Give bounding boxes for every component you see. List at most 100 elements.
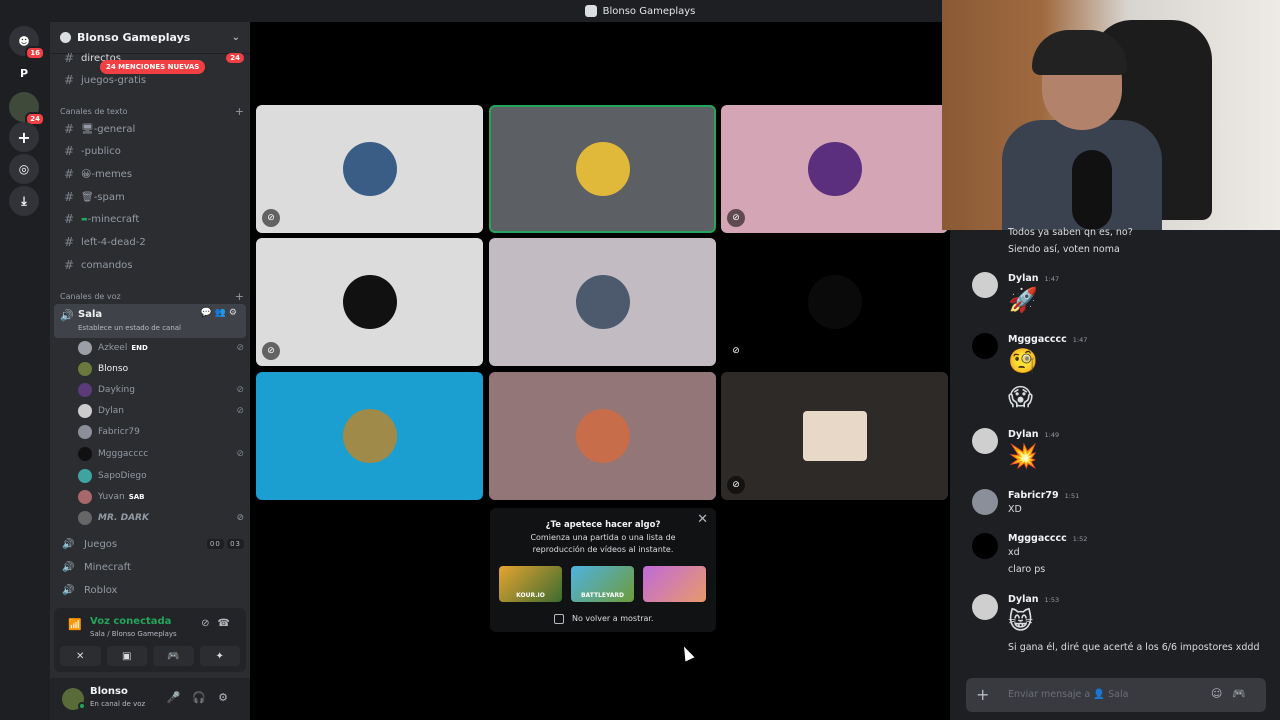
avatar xyxy=(342,409,397,463)
chevron-down-icon: ⌄ xyxy=(231,32,240,43)
channel-emoji: 😀 xyxy=(81,168,92,180)
channel-comandos[interactable]: # comandos xyxy=(58,255,244,275)
video-tile[interactable]: ⊘ xyxy=(256,105,483,233)
message-emoji: 💥 xyxy=(1008,442,1038,470)
message-placeholder: Enviar mensaje a 👤 Sala xyxy=(1008,689,1129,700)
voice-user-name: Dylan xyxy=(98,406,124,416)
message-time: 1:47 xyxy=(1072,336,1088,344)
voice-channel-actions[interactable]: 💬👥⚙ xyxy=(201,308,240,318)
game-label: BATTLEYARD xyxy=(580,592,624,599)
avatar[interactable] xyxy=(972,333,998,359)
channel-left-4-dead-2[interactable]: # left-4-dead-2 xyxy=(58,232,244,252)
video-tile[interactable]: ⊘ xyxy=(256,238,483,366)
message-emoji: 🧐 xyxy=(1008,347,1038,375)
game-third[interactable] xyxy=(643,566,706,602)
add-server-button[interactable]: + xyxy=(9,122,39,152)
category-label: Canales de voz xyxy=(60,292,121,301)
channel-juegos-gratis[interactable]: # juegos-gratis xyxy=(58,70,244,90)
channel-spam[interactable]: # 🗑 -spam xyxy=(58,187,244,207)
video-tile[interactable]: ⊘ xyxy=(721,105,948,233)
download-icon: ⤓ xyxy=(21,193,27,208)
channel-general[interactable]: # 🖥 -general xyxy=(58,119,244,139)
video-tile[interactable] xyxy=(256,372,483,500)
game-battleyard[interactable]: BATTLEYARD xyxy=(571,566,634,602)
message-author[interactable]: Dylan 1:53 xyxy=(1008,594,1059,605)
category-voice[interactable]: Canales de voz + xyxy=(60,290,244,303)
voice-channel-sala[interactable]: 🔊 Sala Establece un estado de canal 💬👥⚙ xyxy=(54,304,246,338)
message-author[interactable]: Dylan 1:49 xyxy=(1008,429,1059,440)
category-label: Canales de texto xyxy=(60,107,128,116)
voice-channel-status[interactable]: Establece un estado de canal xyxy=(78,324,181,332)
speaker-icon: 🔊 xyxy=(62,538,75,550)
screen-share-button[interactable]: ▣ xyxy=(106,646,147,666)
server-p-button[interactable]: P xyxy=(9,58,39,88)
video-tile-speaking[interactable] xyxy=(489,105,716,233)
download-button[interactable]: ⤓ xyxy=(9,186,39,216)
voice-channel-juegos[interactable]: 🔊 Juegos 00 03 xyxy=(58,534,244,554)
voice-user[interactable]: Blonso xyxy=(78,359,244,379)
video-tile[interactable]: ⊘ xyxy=(721,238,948,366)
avatar[interactable] xyxy=(972,594,998,620)
muted-mic-icon: ⊘ xyxy=(236,449,244,459)
avatar[interactable] xyxy=(972,489,998,515)
user-controls[interactable]: 🎤🎧⚙ xyxy=(167,691,240,704)
game-list: KOUR.IO BATTLEYARD xyxy=(499,566,706,602)
voice-user[interactable]: Mgggacccc ⊘ xyxy=(78,444,244,464)
voice-tools[interactable]: ⊘☎ xyxy=(201,618,238,629)
voice-user-name: Dayking xyxy=(98,385,135,395)
avatar[interactable] xyxy=(972,533,998,559)
channel-minecraft[interactable]: # ▬ -minecraft xyxy=(58,209,244,229)
chat-panel: Todos ya saben qn es, no? Siendo así, vo… xyxy=(950,227,1280,720)
channel-emoji: ▬ xyxy=(81,215,88,223)
voice-status[interactable]: Voz conectada xyxy=(90,616,171,627)
server-blonso-button[interactable]: 24 xyxy=(9,92,45,126)
mouse-cursor-icon xyxy=(679,644,695,662)
soundboard-button[interactable]: ✦ xyxy=(199,646,240,666)
channel-publico[interactable]: # -publico xyxy=(58,141,244,161)
message-time: 1:49 xyxy=(1044,431,1060,439)
message-author[interactable]: Dylan 1:47 xyxy=(1008,273,1059,284)
channel-label: -general xyxy=(93,123,136,135)
voice-user[interactable]: Azkeel END ⊘ xyxy=(78,338,244,358)
voice-user-name: MR. DARK xyxy=(98,513,149,523)
direct-messages-button[interactable]: ☻ 16 xyxy=(9,26,45,60)
voice-user[interactable]: Yuvan SAB xyxy=(78,487,244,507)
voice-channel-roblox[interactable]: 🔊 Roblox xyxy=(58,580,244,600)
channel-emoji: 🖥 xyxy=(81,123,94,135)
video-tile[interactable] xyxy=(489,372,716,500)
video-tile[interactable] xyxy=(489,238,716,366)
voice-channel-label: Roblox xyxy=(84,584,118,596)
camera-off-button[interactable]: ✕ xyxy=(60,646,101,666)
message-text: Todos ya saben qn es, no? xyxy=(1008,227,1133,238)
voice-user[interactable]: Dayking ⊘ xyxy=(78,380,244,400)
dont-show-checkbox[interactable] xyxy=(554,614,564,624)
avatar[interactable] xyxy=(972,428,998,454)
activities-button[interactable]: 🎮 xyxy=(153,646,194,666)
attach-plus-icon[interactable]: + xyxy=(976,685,989,704)
avatar xyxy=(807,275,862,329)
channel-label: juegos-gratis xyxy=(81,74,147,86)
add-channel-icon[interactable]: + xyxy=(235,290,244,303)
category-text[interactable]: Canales de texto + xyxy=(60,105,244,118)
avatar[interactable] xyxy=(972,272,998,298)
avatar xyxy=(575,142,630,196)
explore-button[interactable]: ◎ xyxy=(9,154,39,184)
speaker-icon: 🔊 xyxy=(62,584,75,596)
chat-tools[interactable]: ☺🎮 xyxy=(1211,687,1256,700)
voice-user[interactable]: MR. DARK ⊘ xyxy=(78,508,244,528)
voice-channel-minecraft[interactable]: 🔊 Minecraft xyxy=(58,557,244,577)
message-author[interactable]: Fabricr79 1:51 xyxy=(1008,490,1079,501)
voice-user[interactable]: SapoDiego xyxy=(78,466,244,486)
activity-popup: ✕ ¿Te apetece hacer algo? Comienza una p… xyxy=(490,508,716,632)
voice-user[interactable]: Dylan ⊘ xyxy=(78,401,244,421)
message-author[interactable]: Mgggacccc 1:47 xyxy=(1008,334,1087,345)
voice-user[interactable]: Fabricr79 xyxy=(78,422,244,442)
game-kour[interactable]: KOUR.IO xyxy=(499,566,562,602)
message-time: 1:51 xyxy=(1064,492,1080,500)
hash-icon: # xyxy=(63,258,75,272)
message-input[interactable]: + Enviar mensaje a 👤 Sala ☺🎮 xyxy=(966,678,1266,712)
video-tile[interactable]: ⊘ xyxy=(721,372,948,500)
message-author[interactable]: Mgggacccc 1:52 xyxy=(1008,533,1087,544)
add-channel-icon[interactable]: + xyxy=(235,105,244,118)
channel-memes[interactable]: # 😀 -memes xyxy=(58,164,244,184)
